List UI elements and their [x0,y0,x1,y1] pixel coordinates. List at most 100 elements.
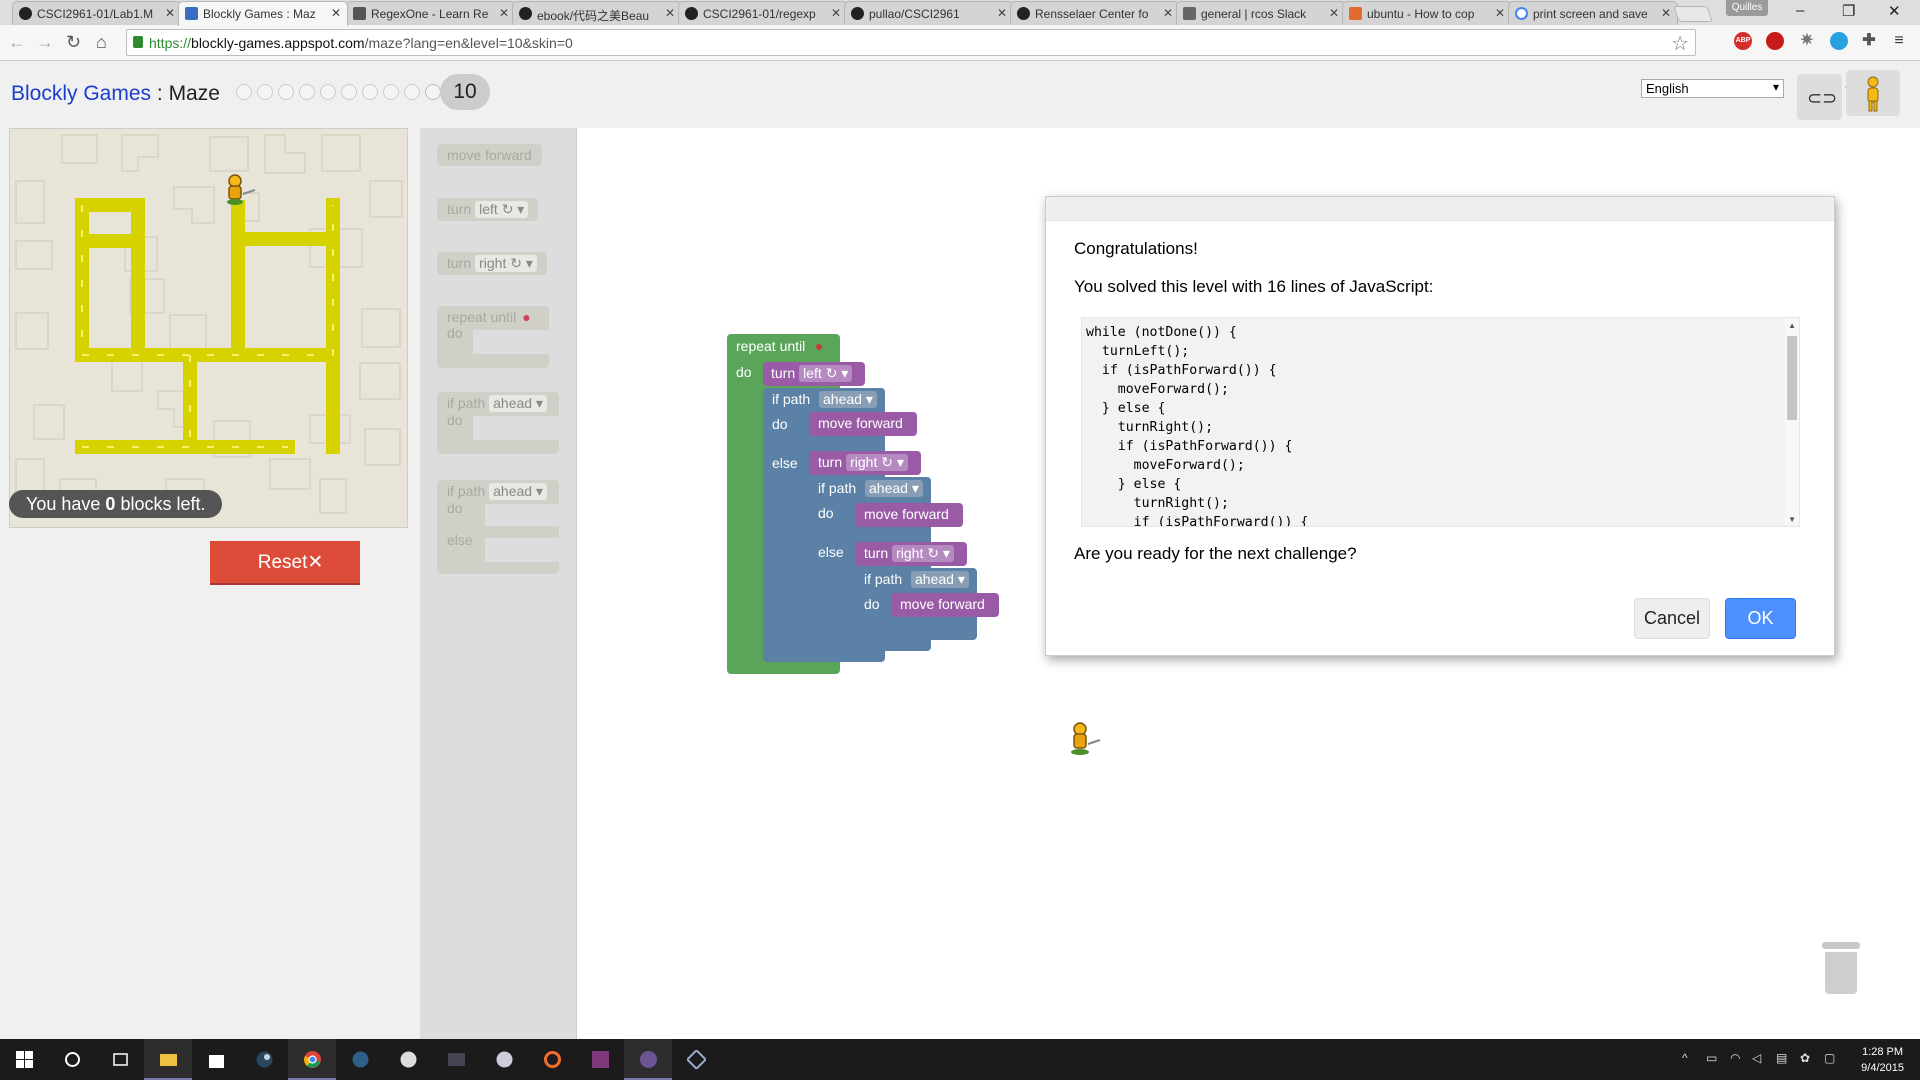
browser-tab[interactable]: general | rcos Slack ✕ [1176,1,1346,25]
level-dot[interactable] [257,84,273,100]
path-dropdown[interactable]: ahead ▾ [819,391,877,408]
close-tab-icon[interactable]: ✕ [1661,6,1671,20]
taskbar-app[interactable] [144,1039,192,1080]
keyboard-icon[interactable]: ▤ [1776,1051,1787,1065]
path-dropdown[interactable]: ahead ▾ [865,480,923,497]
close-tab-icon[interactable]: ✕ [831,6,841,20]
adblock-plus-icon[interactable]: ABP [1734,32,1752,50]
close-tab-icon[interactable]: ✕ [997,6,1007,20]
menu-icon[interactable]: ≡ [1890,32,1908,50]
close-tab-icon[interactable]: ✕ [499,6,509,20]
pegman-button[interactable] [1846,70,1900,116]
direction-dropdown[interactable]: right ↻ ▾ [892,545,954,562]
profile-button[interactable]: Quilles [1726,0,1768,16]
scroll-up-icon[interactable]: ▲ [1788,321,1796,330]
taskbar-app[interactable] [192,1039,240,1080]
volume-icon[interactable]: ◁ [1752,1051,1761,1065]
tray-app-icon[interactable]: ✿ [1800,1051,1810,1065]
taskbar-app[interactable] [432,1039,480,1080]
browser-tab[interactable]: Rensselaer Center fo ✕ [1010,1,1180,25]
move-forward-block[interactable]: move forward [891,593,999,617]
direction-dropdown[interactable]: left ↻ ▾ [475,201,529,218]
level-dot[interactable] [404,84,420,100]
home-icon[interactable]: ⌂ [96,32,107,53]
direction-dropdown[interactable]: left ↻ ▾ [799,365,853,382]
turn-left-block[interactable]: turn left ↻ ▾ [763,362,865,386]
scroll-down-icon[interactable]: ▼ [1788,515,1796,524]
action-center-icon[interactable]: ▢ [1824,1051,1835,1065]
close-tab-icon[interactable]: ✕ [665,6,675,20]
code-scrollbar[interactable]: ▲ ▼ [1785,318,1799,526]
taskbar-app[interactable] [288,1039,336,1080]
browser-tab[interactable]: ebook/代码之美Beau ✕ [512,1,682,25]
toolbox-turn-right-block[interactable]: turn right ↻ ▾ [437,252,547,275]
trash-icon[interactable] [1822,942,1860,994]
toolbox-if-path-block[interactable]: if path ahead ▾ do [437,392,559,454]
toolbox-turn-left-block[interactable]: turn left ↻ ▾ [437,198,539,221]
close-tab-icon[interactable]: ✕ [1495,6,1505,20]
reset-button[interactable]: Reset✕ [210,541,360,585]
scroll-thumb[interactable] [1787,336,1797,420]
browser-tab[interactable]: pullao/CSCI2961 ✕ [844,1,1014,25]
toolbox-if-else-block[interactable]: if path ahead ▾ do else [437,480,559,574]
move-forward-block[interactable]: move forward [809,412,917,436]
browser-tab-active[interactable]: Blockly Games : Maz ✕ [178,1,348,26]
level-dot[interactable] [383,84,399,100]
level-dot[interactable] [236,84,252,100]
close-tab-icon[interactable]: ✕ [1329,6,1339,20]
level-dot[interactable] [320,84,336,100]
restore-icon[interactable]: ❐ [1842,2,1855,20]
close-tab-icon[interactable]: ✕ [331,6,341,20]
toolbox-move-forward-block[interactable]: move forward [437,144,542,166]
link-button[interactable]: ⊂⊃▼ [1797,74,1854,120]
reload-icon[interactable]: ↻ [66,32,81,53]
level-dot[interactable] [278,84,294,100]
close-window-icon[interactable]: ✕ [1888,2,1901,20]
taskbar-app[interactable] [528,1039,576,1080]
new-tab-button[interactable] [1673,6,1713,22]
turn-right-block[interactable]: turn right ↻ ▾ [809,451,921,475]
skype-icon[interactable] [1830,32,1848,50]
level-dot[interactable] [341,84,357,100]
forward-icon[interactable]: → [36,32,54,53]
cancel-button[interactable]: Cancel [1634,598,1710,639]
taskbar-app[interactable] [384,1039,432,1080]
back-icon[interactable]: ← [8,32,26,53]
tray-chevron-icon[interactable]: ^ [1682,1051,1688,1065]
ok-button[interactable]: OK [1725,598,1796,639]
taskbar-app[interactable] [480,1039,528,1080]
extension-stop-icon[interactable] [1766,32,1784,50]
url-text[interactable]: https://blockly-games.appspot.com/maze?l… [149,35,573,51]
path-dropdown[interactable]: ahead ▾ [489,395,547,412]
wifi-icon[interactable]: ◠ [1730,1051,1740,1065]
start-button[interactable] [0,1039,48,1080]
turn-right-block[interactable]: turn right ↻ ▾ [855,542,967,566]
blockly-games-link[interactable]: Blockly Games [11,82,151,105]
path-dropdown[interactable]: ahead ▾ [911,571,969,588]
browser-tab[interactable]: RegexOne - Learn Re ✕ [346,1,516,25]
browser-tab[interactable]: print screen and save ✕ [1508,1,1678,25]
taskbar-app[interactable] [336,1039,384,1080]
path-dropdown[interactable]: ahead ▾ [489,483,547,500]
javascript-code-box[interactable]: while (notDone()) { turnLeft(); if (isPa… [1081,317,1800,527]
close-tab-icon[interactable]: ✕ [1163,6,1173,20]
taskbar-app[interactable] [624,1039,672,1080]
bookmark-star-icon[interactable]: ☆ [1671,31,1689,56]
extension-sun-icon[interactable]: ✷ [1798,32,1816,50]
close-tab-icon[interactable]: ✕ [165,6,175,20]
direction-dropdown[interactable]: right ↻ ▾ [846,454,908,471]
address-bar[interactable]: https://blockly-games.appspot.com/maze?l… [126,29,1696,56]
task-view-button[interactable] [96,1039,144,1080]
taskbar-clock[interactable]: 1:28 PM 9/4/2015 [1861,1044,1904,1076]
taskbar-app[interactable] [240,1039,288,1080]
level-dot[interactable] [299,84,315,100]
battery-icon[interactable]: ▭ [1706,1051,1717,1065]
level-dot[interactable] [362,84,378,100]
browser-tab[interactable]: CSCI2961-01/regexp ✕ [678,1,848,25]
taskbar-app[interactable] [672,1039,720,1080]
browser-tab[interactable]: CSCI2961-01/Lab1.M ✕ [12,1,182,25]
level-dot[interactable] [425,84,441,100]
direction-dropdown[interactable]: right ↻ ▾ [475,255,537,272]
search-button[interactable] [48,1039,96,1080]
toolbox-repeat-until-block[interactable]: repeat until ● do [437,306,549,368]
